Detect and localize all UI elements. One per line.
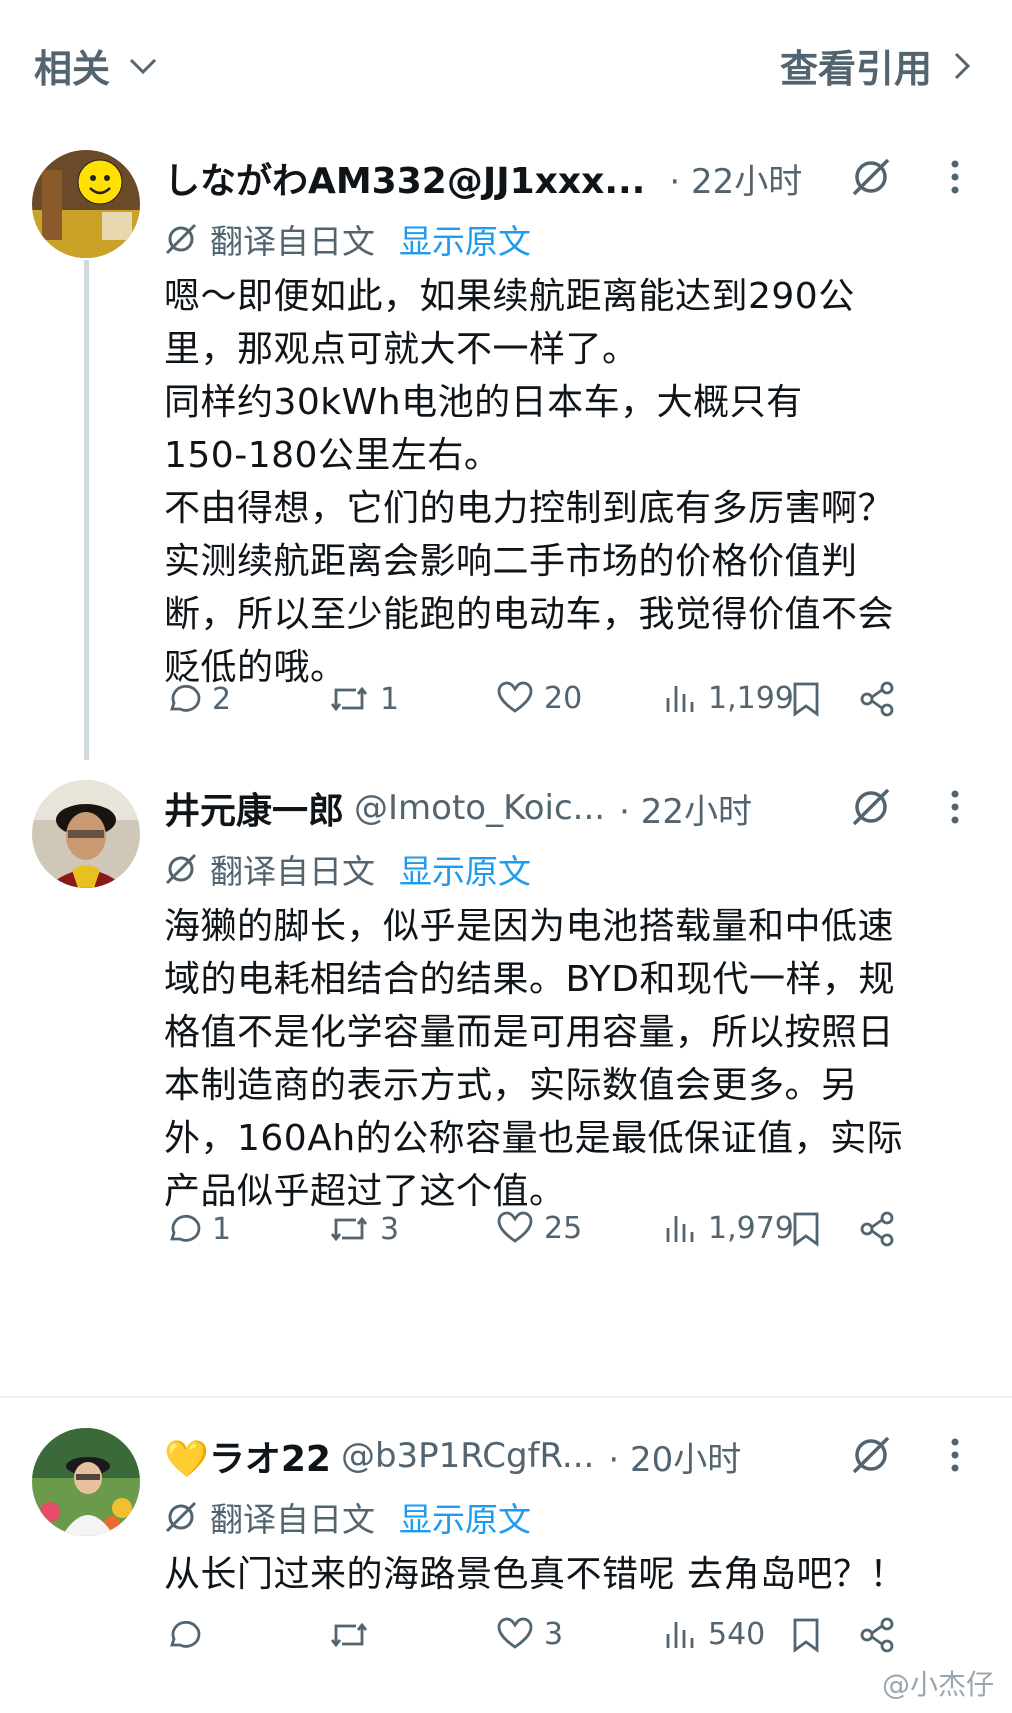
show-original-link[interactable]: 显示原文 bbox=[399, 845, 531, 893]
share-button[interactable] bbox=[858, 1616, 896, 1654]
top-bar: 相关 查看引用 bbox=[0, 0, 1012, 130]
views-icon bbox=[666, 1622, 694, 1648]
bookmark-icon bbox=[793, 1618, 819, 1653]
share-button[interactable] bbox=[858, 1210, 896, 1248]
display-name[interactable]: 💛ラオ22 bbox=[164, 1430, 331, 1482]
heart-icon bbox=[497, 1617, 533, 1649]
like-button[interactable]: 25 bbox=[496, 1210, 582, 1246]
heart-icon bbox=[497, 681, 533, 713]
translated-from-label: 翻译自日文 bbox=[210, 222, 375, 261]
repost-icon bbox=[330, 1216, 368, 1242]
views-button[interactable]: 540 bbox=[664, 1616, 765, 1652]
bookmark-button[interactable] bbox=[790, 680, 822, 718]
watermark: @小杰仔 bbox=[882, 1663, 994, 1703]
share-icon bbox=[860, 1211, 894, 1247]
post-time[interactable]: · 22小时 bbox=[619, 784, 752, 833]
reply-button[interactable]: 1 bbox=[164, 1210, 231, 1248]
translation-row: 翻译自日文 显示原文 bbox=[164, 1492, 992, 1542]
bookmark-button[interactable] bbox=[790, 1616, 822, 1654]
repost-button[interactable]: 3 bbox=[328, 1210, 399, 1248]
avatar[interactable] bbox=[32, 150, 140, 258]
reply-button[interactable]: 2 bbox=[164, 680, 231, 718]
watermark-text: @小杰仔 bbox=[881, 1668, 994, 1701]
post[interactable]: 💛ラオ22 @b3P1RCgfR... · 20小时 翻译自日文 显示原文 从长… bbox=[0, 1428, 1012, 1698]
chevron-down-icon bbox=[129, 58, 157, 74]
translation-row: 翻译自日文 显示原文 bbox=[164, 214, 992, 264]
repost-count: 1 bbox=[380, 681, 400, 717]
translated-from-label: 翻译自日文 bbox=[210, 852, 375, 891]
share-icon bbox=[860, 681, 894, 717]
more-options-icon[interactable] bbox=[948, 156, 962, 202]
thread-line bbox=[84, 260, 89, 760]
post-time[interactable]: · 20小时 bbox=[608, 1432, 741, 1481]
reply-icon bbox=[170, 1214, 201, 1242]
related-dropdown[interactable]: 相关 bbox=[34, 38, 158, 93]
action-bar: 3 540 bbox=[164, 1616, 984, 1666]
post-text: 海獭的脚长，似乎是因为电池搭载量和中低速 域的电耗相结合的结果。BYD和现代一样… bbox=[164, 906, 904, 1212]
reply-count: 2 bbox=[212, 681, 232, 717]
views-icon bbox=[666, 1216, 694, 1242]
bookmark-button[interactable] bbox=[790, 1210, 822, 1248]
user-handle[interactable]: @b3P1RCgfR... bbox=[341, 1436, 594, 1476]
repost-button[interactable]: 1 bbox=[328, 680, 399, 718]
grok-icon[interactable] bbox=[850, 786, 892, 832]
view-count: 540 bbox=[708, 1616, 766, 1652]
action-bar: 2 1 20 1,199 bbox=[164, 680, 984, 730]
like-count: 25 bbox=[544, 1210, 583, 1246]
grok-icon[interactable] bbox=[850, 156, 892, 202]
translation-row: 翻译自日文 显示原文 bbox=[164, 844, 992, 894]
share-icon bbox=[860, 1617, 894, 1653]
reply-icon bbox=[170, 1620, 201, 1648]
view-quotes-label: 查看引用 bbox=[779, 47, 932, 91]
heart-icon bbox=[497, 1211, 533, 1243]
reply-count: 1 bbox=[212, 1211, 232, 1247]
show-original-link[interactable]: 显示原文 bbox=[399, 1493, 531, 1541]
post[interactable]: 井元康一郎 @Imoto_Koic... · 22小时 翻译自日文 显示原文 海… bbox=[0, 780, 1012, 1290]
share-button[interactable] bbox=[858, 680, 896, 718]
translate-icon bbox=[165, 223, 197, 255]
post-text: 嗯～即便如此，如果续航距离能达到290公 里，那观点可就大不一样了。 同样约30… bbox=[164, 276, 895, 688]
translated-from-label: 翻译自日文 bbox=[210, 1500, 375, 1539]
repost-icon bbox=[330, 686, 368, 712]
action-bar: 1 3 25 1,979 bbox=[164, 1210, 984, 1260]
show-original-link[interactable]: 显示原文 bbox=[399, 215, 531, 263]
post-time[interactable]: · 22小时 bbox=[669, 154, 802, 203]
views-button[interactable]: 1,199 bbox=[664, 680, 794, 716]
post-text: 从长门过来的海路景色真不错呢 去角岛吧？！ bbox=[164, 1554, 906, 1595]
like-button[interactable]: 20 bbox=[496, 680, 582, 716]
more-options-icon[interactable] bbox=[948, 1434, 962, 1480]
repost-button[interactable] bbox=[328, 1616, 380, 1654]
view-count: 1,199 bbox=[708, 680, 794, 716]
divider bbox=[0, 1396, 1012, 1398]
user-handle[interactable]: @Imoto_Koic... bbox=[354, 788, 605, 828]
more-options-icon[interactable] bbox=[948, 786, 962, 832]
bookmark-icon bbox=[793, 682, 819, 717]
like-count: 3 bbox=[544, 1616, 564, 1652]
like-count: 20 bbox=[544, 680, 583, 716]
view-count: 1,979 bbox=[708, 1210, 794, 1246]
display-name[interactable]: 井元康一郎 bbox=[164, 782, 344, 834]
translate-icon bbox=[165, 853, 197, 885]
reply-icon bbox=[170, 684, 201, 712]
post[interactable]: しながわAM332@JJ1xxx... · 22小时 翻译自日文 显示原文 嗯～… bbox=[0, 150, 1012, 760]
repost-icon bbox=[330, 1622, 368, 1648]
avatar[interactable] bbox=[32, 1428, 140, 1536]
chevron-right-icon bbox=[954, 52, 971, 79]
views-icon bbox=[666, 686, 694, 712]
grok-icon[interactable] bbox=[850, 1434, 892, 1480]
display-name[interactable]: しながわAM332@JJ1xxx... bbox=[164, 152, 645, 204]
view-quotes-link[interactable]: 查看引用 bbox=[780, 38, 972, 93]
repost-count: 3 bbox=[380, 1211, 400, 1247]
related-label: 相关 bbox=[34, 47, 111, 91]
like-button[interactable]: 3 bbox=[496, 1616, 563, 1652]
views-button[interactable]: 1,979 bbox=[664, 1210, 794, 1246]
avatar[interactable] bbox=[32, 780, 140, 888]
bookmark-icon bbox=[793, 1212, 819, 1247]
reply-button[interactable] bbox=[164, 1616, 212, 1654]
translate-icon bbox=[165, 1501, 197, 1533]
